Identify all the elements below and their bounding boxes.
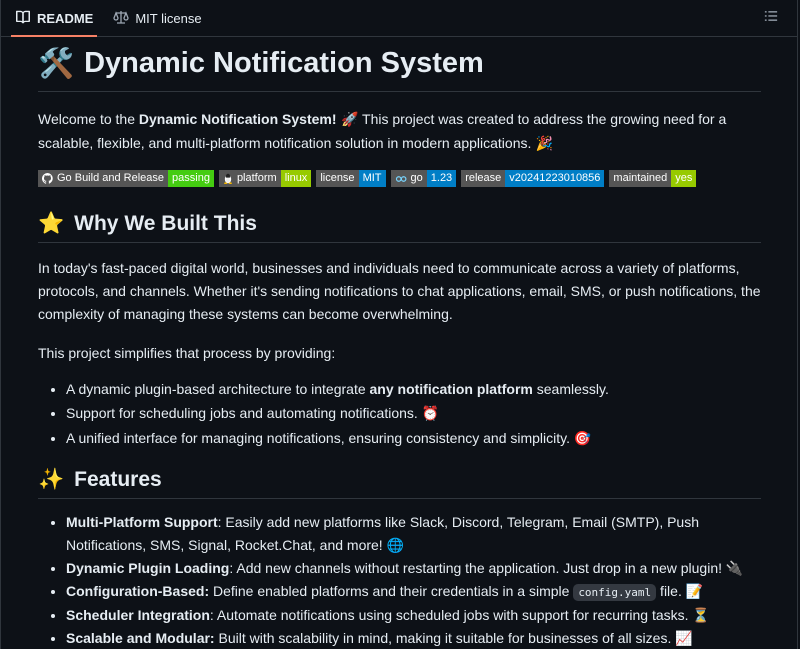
target-icon: 🎯	[573, 431, 592, 447]
page-title-text: Dynamic Notification System	[84, 46, 484, 79]
badge-release[interactable]: release v20241223010856	[461, 170, 605, 187]
list-item: A unified interface for managing notific…	[66, 426, 761, 451]
badge-release-value: v20241223010856	[505, 170, 605, 187]
section-heading-why-text: Why We Built This	[74, 211, 257, 235]
list-item: Multi-Platform Support: Easily add new p…	[66, 511, 761, 557]
badge-build-label: Go Build and Release	[57, 172, 165, 184]
features-list: Multi-Platform Support: Easily add new p…	[38, 511, 761, 649]
readme-tabbar: README MIT license	[1, 0, 797, 37]
badge-platform[interactable]: platform linux	[218, 170, 312, 187]
readme-content: 🛠️ Dynamic Notification System Welcome t…	[1, 37, 797, 649]
sparkles-icon: ✨	[38, 467, 65, 491]
feature-text: : Automate notifications using scheduled…	[209, 607, 710, 623]
feature-text-end: file. 📝	[656, 583, 704, 599]
badge-go-value: 1.23	[426, 170, 457, 187]
badge-go[interactable]: go 1.23	[390, 170, 457, 187]
page-title: 🛠️ Dynamic Notification System	[38, 45, 761, 92]
book-icon	[15, 9, 31, 28]
feature-title: Scheduler Integration	[66, 607, 210, 623]
list-item-bold: any notification platform	[369, 381, 533, 397]
intro-text-start: Welcome to the	[38, 111, 139, 127]
badge-maintained[interactable]: maintained yes	[609, 170, 697, 187]
scale-icon	[113, 9, 129, 28]
feature-title: Dynamic Plugin Loading	[66, 560, 230, 576]
rocket-icon: 🚀	[336, 112, 359, 128]
badge-license[interactable]: license MIT	[316, 170, 386, 187]
party-icon: 🎉	[531, 136, 554, 152]
badge-maintained-label: maintained	[609, 170, 672, 187]
go-icon	[395, 175, 406, 182]
tab-readme-label: README	[37, 10, 94, 26]
tools-icon: 🛠️	[38, 45, 75, 80]
feature-title: Multi-Platform Support	[66, 514, 218, 530]
list-item: Scalable and Modular: Built with scalabi…	[66, 627, 761, 649]
linux-icon	[224, 173, 232, 184]
feature-text: : Add new channels without restarting th…	[229, 560, 744, 576]
list-item-text-end: seamlessly.	[532, 381, 609, 397]
feature-text: Define enabled platforms and their crede…	[209, 583, 574, 599]
list-item-text: A unified interface for managing notific…	[66, 430, 574, 446]
list-item-text: A dynamic plugin-based architecture to i…	[66, 381, 370, 397]
section-heading-features-text: Features	[74, 467, 162, 491]
list-item-text: Support for scheduling jobs and automati…	[66, 405, 422, 421]
why-list: A dynamic plugin-based architecture to i…	[38, 377, 761, 451]
badge-platform-left: platform	[218, 170, 281, 187]
badge-maintained-value: yes	[671, 170, 697, 187]
inline-code: config.yaml	[573, 584, 657, 601]
intro-paragraph: Welcome to the Dynamic Notification Syst…	[38, 108, 761, 156]
badge-platform-label: platform	[236, 172, 277, 184]
list-item: Support for scheduling jobs and automati…	[66, 401, 761, 426]
list-icon	[764, 9, 778, 28]
badge-build-left: Go Build and Release	[38, 170, 169, 187]
tab-license-label: MIT license	[135, 10, 202, 26]
badge-license-label: license	[316, 170, 359, 187]
list-item: Scheduler Integration: Automate notifica…	[66, 604, 761, 627]
intro-bold: Dynamic Notification System!	[138, 111, 337, 127]
badge-release-label: release	[461, 170, 506, 187]
list-item: Dynamic Plugin Loading: Add new channels…	[66, 557, 761, 580]
table-of-contents-button[interactable]	[761, 8, 781, 28]
why-paragraph-1: In today's fast-paced digital world, bus…	[38, 260, 761, 322]
tab-readme[interactable]: README	[10, 0, 98, 37]
star-icon: ⭐	[38, 211, 65, 235]
badge-platform-value: linux	[280, 170, 312, 187]
github-icon	[42, 173, 53, 184]
list-item: Configuration-Based: Define enabled plat…	[66, 580, 761, 604]
badge-build[interactable]: Go Build and Release passing	[38, 170, 214, 187]
section-heading-why: ⭐ Why We Built This	[38, 211, 761, 243]
feature-title: Scalable and Modular:	[66, 630, 215, 646]
readme-panel: README MIT license 🛠️ Dynamic Notificati…	[0, 0, 798, 649]
badge-license-value: MIT	[358, 170, 386, 187]
tab-license[interactable]: MIT license	[113, 0, 202, 36]
why-paragraph-2: This project simplifies that process by …	[38, 345, 336, 361]
badge-row: Go Build and Release passing platform li…	[38, 170, 761, 187]
list-item: A dynamic plugin-based architecture to i…	[66, 377, 761, 401]
feature-title: Configuration-Based:	[66, 583, 210, 599]
badge-build-value: passing	[168, 170, 214, 187]
badge-go-label: go	[410, 172, 423, 184]
section-heading-features: ✨ Features	[38, 467, 761, 499]
badge-go-left: go	[390, 170, 427, 187]
alarm-clock-icon: ⏰	[421, 406, 440, 422]
feature-text: Built with scalability in mind, making i…	[214, 630, 693, 646]
